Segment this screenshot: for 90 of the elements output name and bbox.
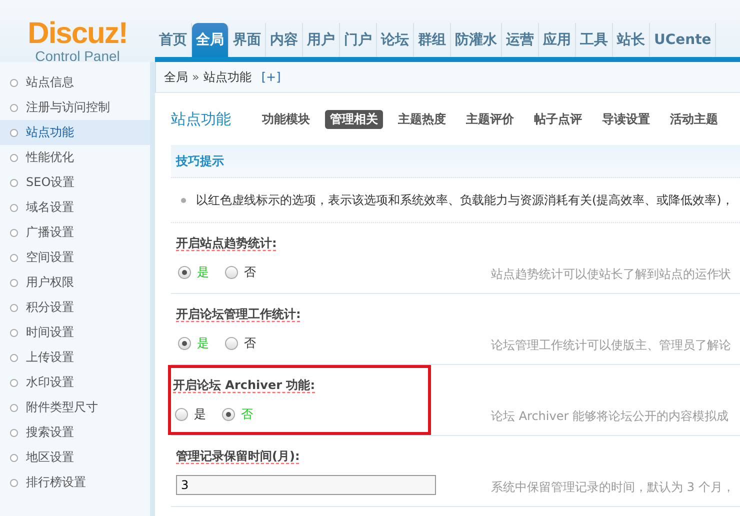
sub-tab[interactable]: 帖子点评 [529,110,587,128]
sidebar-item-label: 时间设置 [26,324,74,341]
breadcrumb-separator: » [192,70,200,84]
bullet-icon [10,254,18,262]
bullet-icon [10,378,18,386]
sidebar-item[interactable]: 用户权限 [0,270,150,295]
setting-label: 开启站点趋势统计: [176,235,278,252]
radio-label: 是 [194,406,206,422]
sidebar-item-label: 水印设置 [26,374,74,391]
sub-tab[interactable]: 主题评价 [461,110,519,128]
sidebar-item[interactable]: 附件类型尺寸 [0,395,150,420]
bullet-icon [181,198,186,202]
sidebar-item[interactable]: 上传设置 [0,345,150,370]
sidebar-item[interactable]: 广播设置 [0,220,150,245]
bullet-icon [10,304,18,312]
bullet-icon [10,204,18,212]
sidebar-item[interactable]: 性能优化 [0,145,150,170]
sub-tab[interactable]: 功能模块 [257,110,315,128]
radio-button[interactable] [178,336,191,350]
sidebar-item-label: 用户权限 [26,274,74,291]
bullet-icon [10,178,18,186]
breadcrumb-item: 站点功能 [203,68,252,86]
bullet-icon [10,478,18,486]
setting-label: 开启论坛管理工作统计: [176,306,302,323]
sub-tab[interactable]: 管理相关 [325,110,383,128]
sidebar-item[interactable]: 时间设置 [0,320,150,345]
bullet-icon [10,128,18,136]
sidebar-item-label: 广播设置 [26,224,74,241]
bullet-icon [10,328,18,336]
sidebar-item-label: 附件类型尺寸 [26,399,98,416]
radio-label: 是 [197,334,209,352]
setting-description: 论坛 Archiver 能够将论坛公开的内容模拟成 [491,408,728,425]
sidebar-item[interactable]: 积分设置 [0,295,150,320]
logo-subtitle: Control Panel [35,48,120,64]
radio-label: 否 [244,264,256,280]
radio-label: 否 [244,334,256,352]
bullet-icon [10,104,18,112]
sidebar-item-label: 注册与访问控制 [26,99,110,116]
tips-title: 技巧提示 [171,145,740,178]
sub-tab[interactable]: 导读设置 [597,110,655,128]
setting-description: 站点趋势统计可以使站长了解到站点的运作状 [491,266,731,283]
radio-button[interactable] [178,266,191,278]
breadcrumb-item[interactable]: 全局 [164,68,188,86]
radio-label: 是 [197,264,209,280]
add-shortcut-link[interactable]: [+] [261,70,281,84]
bullet-icon [10,228,18,236]
sidebar-item-label: 空间设置 [26,249,74,266]
setting-label: 开启论坛 Archiver 功能: [173,377,316,394]
setting-label: 管理记录保留时间(月): [176,448,301,465]
sidebar-item[interactable]: 站点功能 [0,120,150,145]
tip-text: 以红色虚线标示的选项，表示该选项和系统效率、负载能力与资源消耗有关(提高效率、或降低效率)， [196,192,734,208]
value-field[interactable]: 3 [176,475,436,495]
sidebar-item[interactable]: 水印设置 [0,370,150,395]
sidebar-item[interactable]: 搜索设置 [0,420,150,445]
sidebar-item[interactable]: 域名设置 [0,195,150,220]
sidebar-item-label: 排行榜设置 [26,474,86,491]
sidebar-item-label: 地区设置 [26,449,74,466]
sidebar-item-label: 性能优化 [26,149,74,166]
sidebar-item-label: 上传设置 [26,349,74,366]
radio-button[interactable] [225,336,238,350]
bullet-icon [10,454,18,462]
bullet-icon [10,278,18,286]
radio-button[interactable] [222,408,235,420]
page-title: 站点功能 [171,110,231,128]
sidebar-item[interactable]: 注册与访问控制 [0,95,150,120]
sub-tab[interactable]: 活动主题 [665,110,723,128]
logo-title: Discuz! [28,20,128,48]
sidebar-item[interactable]: 排行榜设置 [0,470,150,495]
setting-description: 论坛管理工作统计可以使版主、管理员了解论 [491,337,731,354]
radio-button[interactable] [225,266,238,278]
sidebar-item-label: 站点信息 [26,74,74,91]
bullet-icon [10,78,18,86]
sidebar-item-label: 搜索设置 [26,424,74,441]
sidebar-item[interactable]: 站点信息 [0,70,150,95]
sidebar-item[interactable]: 空间设置 [0,245,150,270]
sidebar-item[interactable]: SEO设置 [0,170,150,195]
setting-description: 系统中保留管理记录的时间，默认为 3 个月， [491,479,734,496]
bullet-icon [10,354,18,362]
nav-tab[interactable]: 全局 [192,23,229,57]
bullet-icon [10,404,18,412]
sidebar-item-label: 积分设置 [26,299,74,316]
sub-tab[interactable]: 主题热度 [393,110,451,128]
bullet-icon [10,428,18,436]
radio-label: 否 [241,406,253,422]
radio-button[interactable] [175,408,188,420]
sidebar-item[interactable]: 地区设置 [0,445,150,470]
sidebar-item-label: 域名设置 [26,199,74,216]
sidebar-item-label: 站点功能 [26,124,74,141]
sidebar-item-label: SEO设置 [26,174,75,191]
bullet-icon [10,154,18,162]
